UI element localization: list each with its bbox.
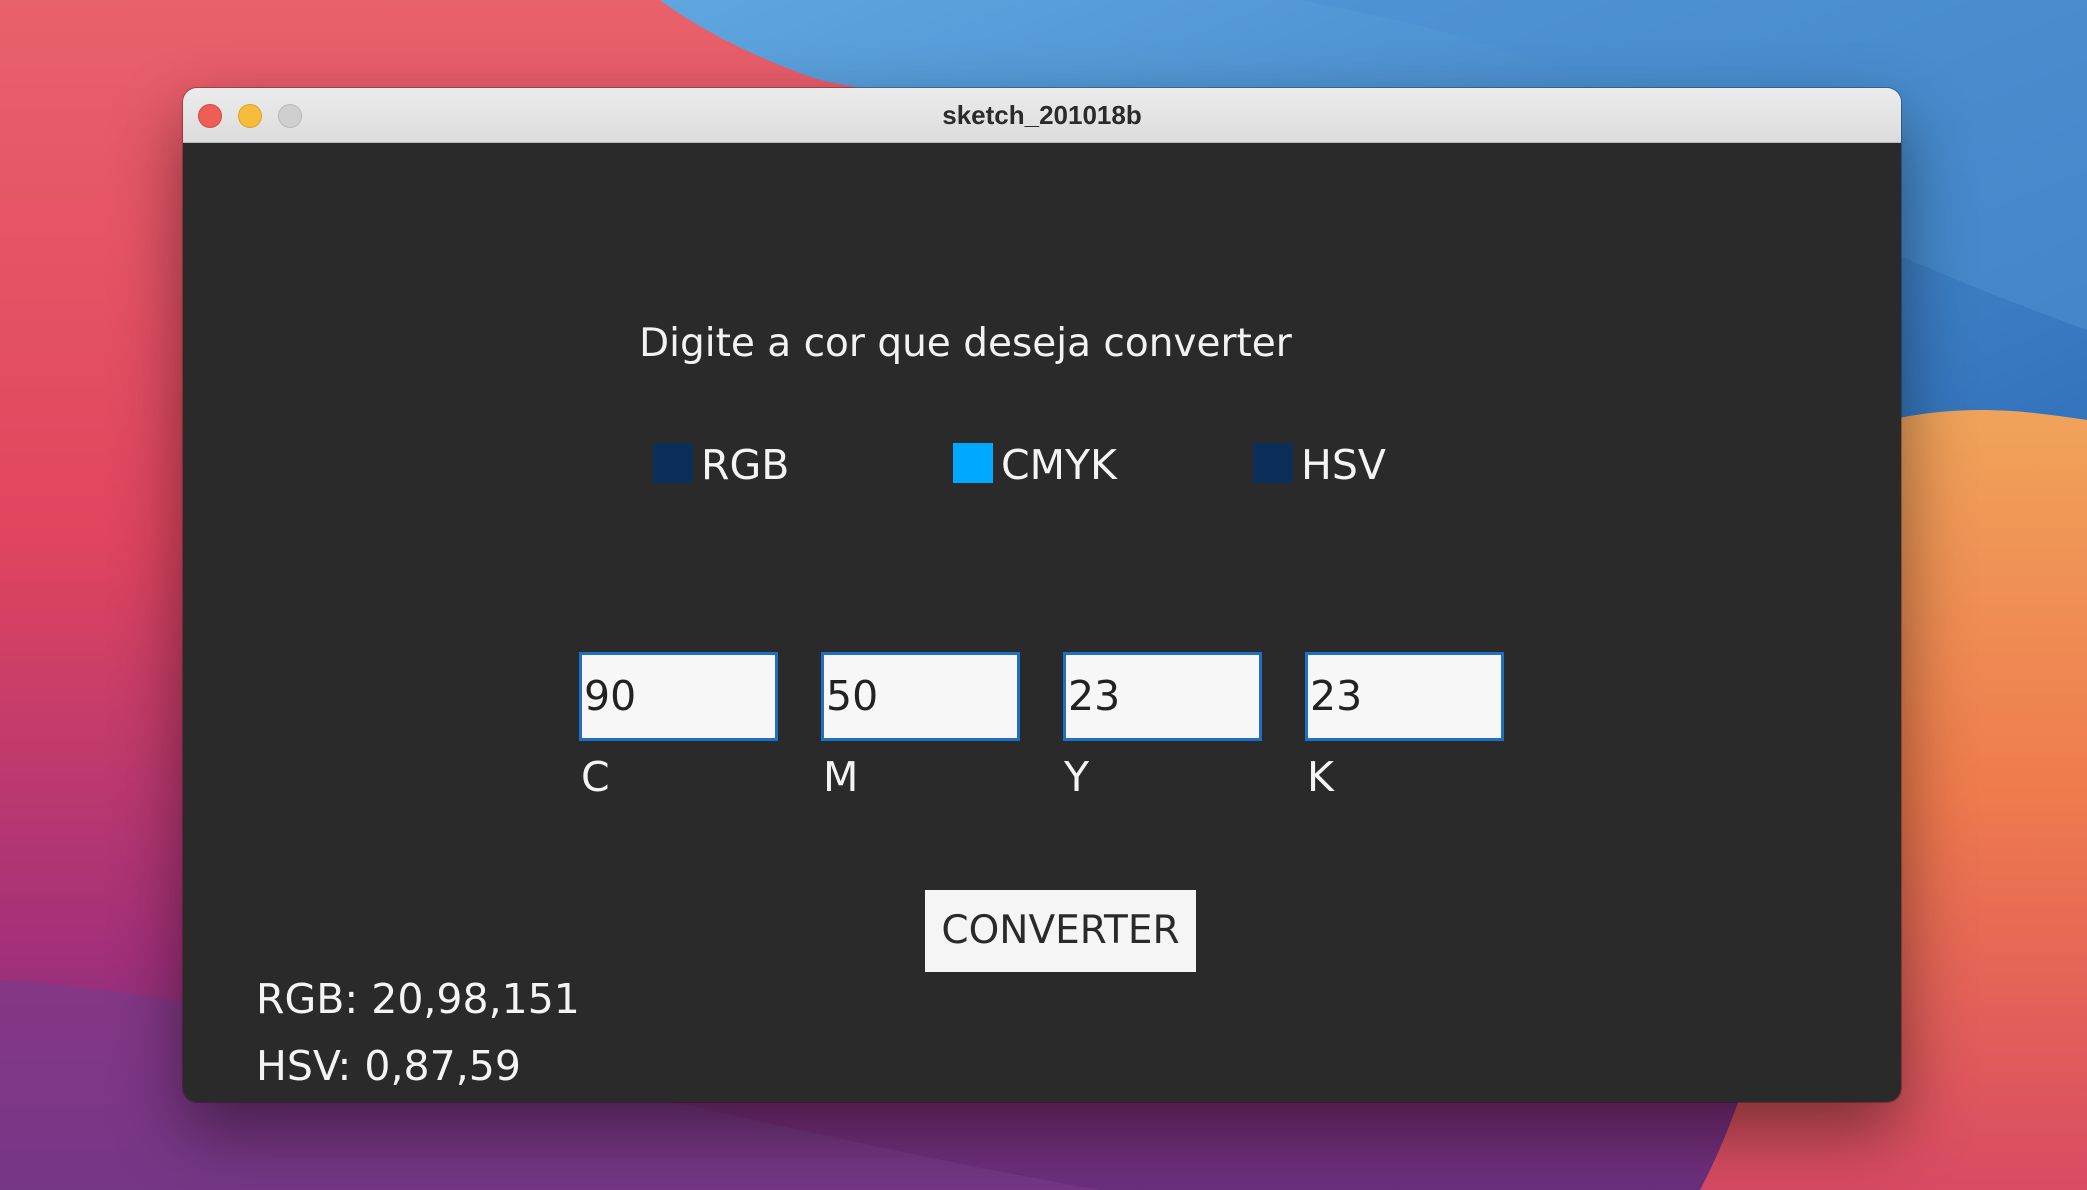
yellow-label: Y [1064, 753, 1090, 801]
key-black-input[interactable]: 23 [1305, 652, 1504, 741]
window-title: sketch_201018b [942, 100, 1142, 130]
magenta-input[interactable]: 50 [821, 652, 1020, 741]
instruction-heading: Digite a cor que deseja converter [639, 321, 1292, 366]
cyan-label: C [581, 753, 610, 801]
convert-button[interactable]: CONVERTER [925, 890, 1196, 972]
key-black-label: K [1307, 753, 1334, 801]
cyan-input[interactable]: 90 [579, 652, 778, 741]
mode-label-hsv: HSV [1301, 441, 1386, 489]
app-window: sketch_201018b Digite a cor que deseja c… [183, 88, 1901, 1102]
yellow-input[interactable]: 23 [1063, 652, 1262, 741]
mode-swatch-hsv[interactable] [1253, 443, 1293, 483]
magenta-label: M [823, 753, 859, 801]
hsv-result: HSV: 0,87,59 [256, 1042, 521, 1090]
mode-swatch-rgb[interactable] [653, 443, 693, 483]
rgb-result: RGB: 20,98,151 [256, 975, 580, 1023]
mode-label-cmyk: CMYK [1001, 441, 1117, 489]
mode-swatch-cmyk[interactable] [953, 443, 993, 483]
mode-label-rgb: RGB [701, 441, 790, 489]
sketch-canvas: Digite a cor que deseja converter RGB CM… [183, 143, 1901, 1102]
title-bar[interactable]: sketch_201018b [183, 88, 1901, 143]
